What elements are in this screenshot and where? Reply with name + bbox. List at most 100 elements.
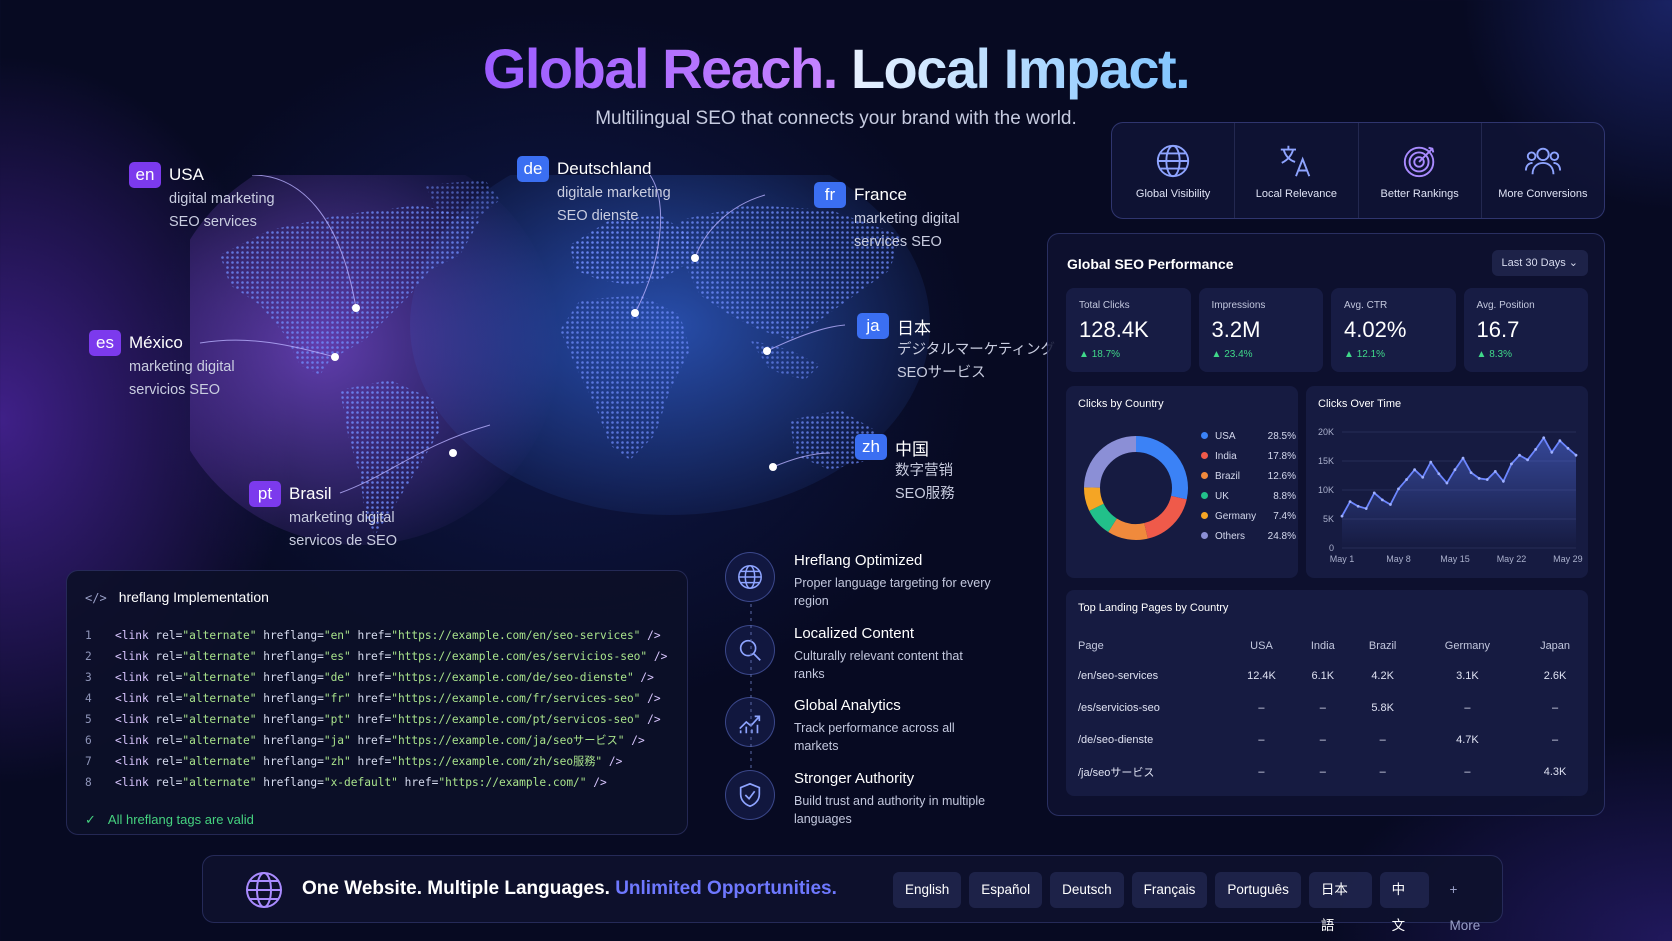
code-attr: href= xyxy=(350,629,392,642)
kpi-card: Avg. CTR 4.02% ▲ 12.1% xyxy=(1331,288,1456,372)
code-tag: <link xyxy=(115,755,149,768)
code-icon: </> xyxy=(85,591,107,605)
table-cell: /ja/seoサービス xyxy=(1078,767,1155,779)
code-attr: href= xyxy=(397,776,439,789)
keyword: digital marketing xyxy=(169,191,275,207)
kpi-label: Avg. Position xyxy=(1476,300,1535,311)
code-attr: hreflang= xyxy=(256,629,324,642)
benefit-desc: Proper language targeting for every regi… xyxy=(794,576,991,608)
arrow-up-icon: ▲ xyxy=(1079,349,1092,360)
code-value: "alternate" xyxy=(182,629,257,642)
lang-button-francais[interactable]: Français xyxy=(1131,872,1208,908)
lang-button-chinese[interactable]: 中文 xyxy=(1379,872,1430,933)
data-point xyxy=(1413,468,1417,472)
code-attr: rel= xyxy=(148,755,183,768)
table-row[interactable]: /de/seo-dienste – – – 4.7K – xyxy=(1078,724,1590,756)
code-line: 1 <link rel="alternate" hreflang="en" hre… xyxy=(85,625,667,646)
keyword: SEO services xyxy=(169,214,257,230)
card-title: Top Landing Pages by Country xyxy=(1078,602,1229,614)
kpi-value: 16.7 xyxy=(1476,317,1520,342)
legend-item: Brazil 12.6% xyxy=(1201,471,1296,482)
lang-badge: es xyxy=(89,330,121,356)
line-number: 4 xyxy=(85,692,92,705)
feature-global-visibility: Global Visibility xyxy=(1112,123,1236,218)
legend-value: 12.6% xyxy=(1267,471,1296,482)
legend-value: 8.8% xyxy=(1273,491,1296,502)
lang-button-espanol[interactable]: Español xyxy=(969,872,1043,908)
clicks-by-country-card: Clicks by Country USA 28.5% India 17.8% Braz… xyxy=(1066,386,1298,578)
benefit-title: Localized Content xyxy=(794,625,915,642)
column-header: USA xyxy=(1250,640,1273,652)
table-row[interactable]: /en/seo-services 12.4K 6.1K 4.2K 3.1K 2.… xyxy=(1078,660,1590,692)
feature-local-relevance: Local Relevance xyxy=(1235,123,1359,218)
table-cell: – xyxy=(1464,702,1471,714)
code-attr: hreflang= xyxy=(256,776,324,789)
code-tag: /> xyxy=(633,671,654,684)
line-number: 5 xyxy=(85,713,92,726)
lang-button-japanese[interactable]: 日本語 xyxy=(1308,872,1372,933)
date-range-select[interactable]: Last 30 Days ⌄ xyxy=(1491,250,1588,276)
validation-text: All hreflang tags are valid xyxy=(107,812,254,827)
table-cell: – xyxy=(1319,766,1326,778)
data-point xyxy=(1364,507,1368,510)
code-attr: hreflang= xyxy=(256,650,324,663)
data-point xyxy=(1485,478,1489,481)
lang-badge: pt xyxy=(249,481,281,507)
kpi-delta-value: 12.1% xyxy=(1356,349,1386,360)
legend-swatch xyxy=(1201,432,1208,439)
kpi-delta: ▲ 12.1% xyxy=(1344,349,1443,360)
kpi-delta-value: 8.3% xyxy=(1489,349,1512,360)
kpi-delta-value: 23.4% xyxy=(1224,349,1253,360)
lang-badge: ja xyxy=(857,313,889,339)
code-value: "https://example.com/zh/seo服務" xyxy=(391,755,603,768)
x-tick-label: May 29 xyxy=(1553,554,1583,564)
lang-button-english[interactable]: English xyxy=(893,872,962,908)
keyword: SEO服務 xyxy=(895,486,955,502)
keyword: marketing digital xyxy=(854,211,960,227)
code-value: "ja" xyxy=(323,734,351,747)
x-tick-label: May 15 xyxy=(1440,554,1470,564)
lang-button-portugues[interactable]: Português xyxy=(1215,872,1301,908)
code-attr: rel= xyxy=(148,692,183,705)
lang-button-deutsch[interactable]: Deutsch xyxy=(1050,872,1124,908)
code-value: "https://example.com/pt/servicos-seo" xyxy=(391,713,641,726)
country-name: Deutschland xyxy=(557,159,652,178)
kpi-card: Total Clicks 128.4K ▲ 18.7% xyxy=(1066,288,1191,372)
line-number: 7 xyxy=(85,755,92,768)
table-cell: – xyxy=(1258,702,1265,714)
code-value: "alternate" xyxy=(182,671,257,684)
code-tag: <link xyxy=(115,734,149,747)
more-languages-button[interactable]: + More xyxy=(1437,872,1502,933)
keyword: servicios SEO xyxy=(129,382,221,398)
kpi-label: Impressions xyxy=(1211,300,1266,311)
table-cell: 4.3K xyxy=(1543,766,1567,778)
legend-label: UK xyxy=(1215,491,1229,502)
table-header-row: Page USA India Brazil Germany Japan xyxy=(1078,632,1590,660)
table-cell: 4.2K xyxy=(1371,670,1394,682)
code-line: 4 <link rel="alternate" hreflang="fr" hre… xyxy=(85,688,667,709)
code-value: "https://example.com/es/servicios-seo" xyxy=(391,650,648,663)
table-cell: – xyxy=(1551,702,1559,714)
language-bar: One Website. Multiple Languages. Unlimit… xyxy=(202,855,1503,933)
benefit-desc: Build trust and authority in multiple la… xyxy=(794,794,986,826)
code-value: "zh" xyxy=(323,755,351,768)
code-tag: /> xyxy=(647,650,668,663)
country-name: Brasil xyxy=(289,484,332,503)
keyword: marketing digital xyxy=(289,510,395,526)
code-tag: <link xyxy=(115,629,149,642)
table-row[interactable]: /ja/seoサービス – – – – 4.3K xyxy=(1078,756,1590,788)
feature-label: Local Relevance xyxy=(1255,187,1338,200)
table-cell: 6.1K xyxy=(1311,670,1335,682)
code-attr: hreflang= xyxy=(256,671,324,684)
country-name: France xyxy=(854,185,907,204)
message-highlight: Unlimited Opportunities. xyxy=(615,878,837,899)
globe-icon xyxy=(725,552,775,602)
code-value: "fr" xyxy=(323,692,351,705)
table-row[interactable]: /es/servicios-seo – – 5.8K – – xyxy=(1078,692,1590,724)
legend-item: Others 24.8% xyxy=(1201,531,1296,542)
table-cell: /en/seo-services xyxy=(1078,670,1159,682)
kpi-delta: ▲ 8.3% xyxy=(1477,349,1576,360)
keyword: marketing digital xyxy=(129,359,235,375)
y-tick-label: 5K xyxy=(1323,514,1334,524)
legend-value: 17.8% xyxy=(1267,451,1296,462)
